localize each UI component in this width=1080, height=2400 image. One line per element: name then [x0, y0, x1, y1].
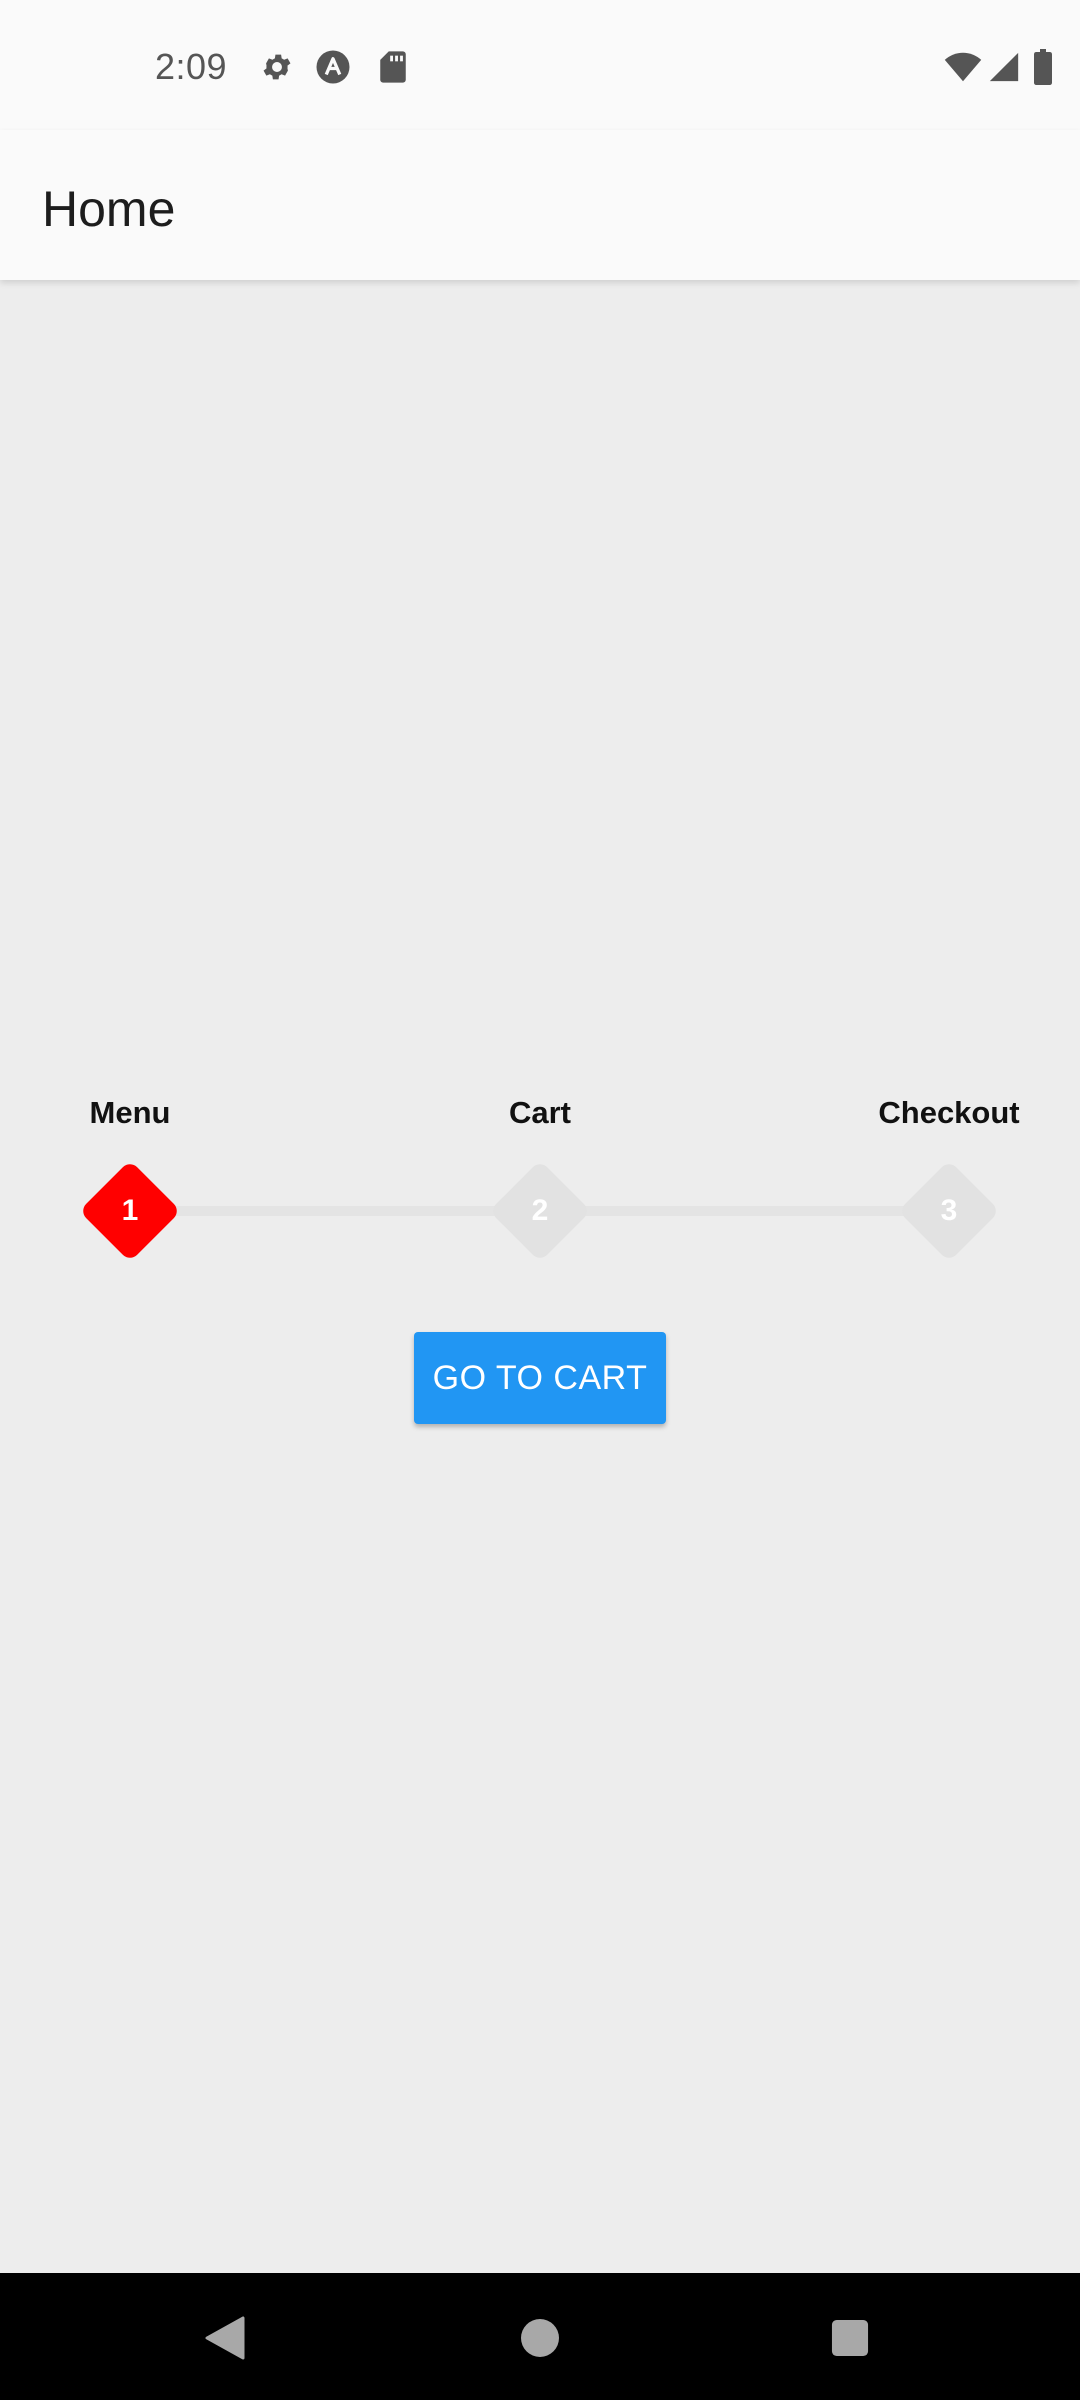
step-label-checkout: Checkout [878, 1095, 1020, 1130]
step-connector-1 [170, 1206, 500, 1216]
step-marker-cart[interactable]: 2 [489, 1160, 591, 1262]
navigation-bar [0, 2273, 1080, 2400]
cell-signal-icon [985, 48, 1023, 86]
screen: 2:09 Home Menu Cart Checkout 1 2 3 GO TO… [0, 0, 1080, 2400]
wifi-icon [944, 48, 982, 86]
sd-card-icon [374, 48, 412, 86]
android-a-icon [314, 48, 352, 86]
step-label-menu: Menu [89, 1095, 171, 1130]
settings-gear-icon [258, 48, 296, 86]
home-icon[interactable] [505, 2303, 575, 2373]
page-title: Home [42, 181, 176, 237]
go-to-cart-button[interactable]: GO TO CART [414, 1332, 666, 1424]
back-icon[interactable] [190, 2303, 260, 2373]
step-label-cart: Cart [508, 1095, 572, 1130]
app-bar: Home [0, 130, 1080, 280]
battery-icon [1028, 48, 1058, 86]
step-marker-menu[interactable]: 1 [79, 1160, 181, 1262]
step-number-menu: 1 [121, 1194, 139, 1227]
step-connector-2 [580, 1206, 910, 1216]
step-marker-checkout[interactable]: 3 [898, 1160, 1000, 1262]
step-number-cart: 2 [531, 1194, 549, 1227]
status-bar: 2:09 [0, 0, 1080, 130]
step-number-checkout: 3 [940, 1194, 958, 1227]
recents-icon[interactable] [815, 2303, 885, 2373]
status-time: 2:09 [155, 46, 228, 87]
